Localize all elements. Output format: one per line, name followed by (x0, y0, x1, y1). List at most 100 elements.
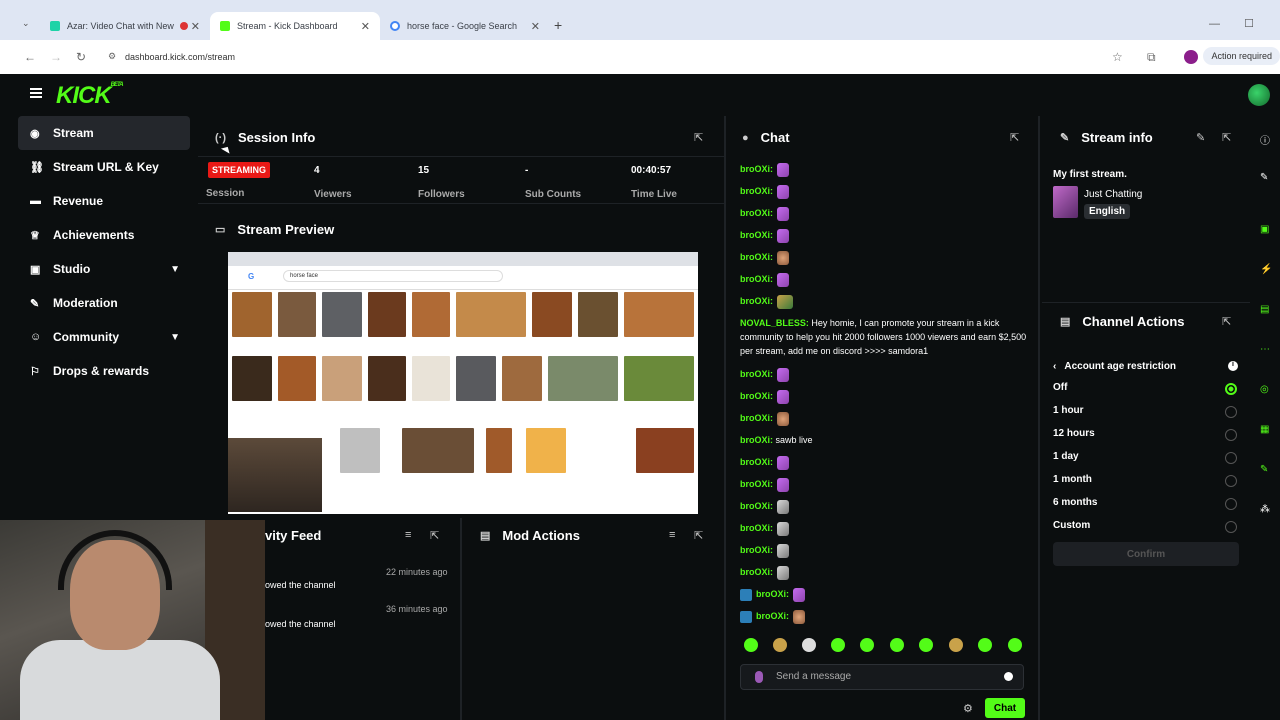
send-chat-button[interactable]: Chat (985, 698, 1025, 718)
close-icon[interactable]: ✕ (191, 20, 200, 33)
chat-username[interactable]: broOXi: (740, 208, 773, 218)
profile-avatar[interactable] (1184, 50, 1198, 64)
chat-username[interactable]: broOXi: (740, 391, 773, 401)
emote-icon[interactable] (890, 638, 904, 652)
stream-preview-video[interactable]: G horse face (228, 252, 698, 514)
side-action-icon[interactable]: ▣ (1260, 224, 1280, 235)
popout-icon[interactable]: ⇱ (1222, 315, 1231, 328)
side-action-icon[interactable]: ⁂ (1260, 504, 1280, 515)
tab-google-search[interactable]: horse face - Google Search ✕ (380, 12, 550, 40)
chat-input[interactable]: Send a message (740, 664, 1024, 690)
option-1-day[interactable]: 1 day (1053, 451, 1239, 467)
radio-button[interactable] (1225, 498, 1237, 510)
popout-icon[interactable]: ⇱ (694, 529, 703, 542)
close-icon[interactable]: ✕ (361, 20, 370, 33)
option-1-hour[interactable]: 1 hour (1053, 405, 1239, 421)
chat-username[interactable]: broOXi: (740, 252, 773, 262)
emote-icon[interactable] (831, 638, 845, 652)
popout-icon[interactable]: ⇱ (694, 131, 703, 144)
sidebar-item-achievements[interactable]: ♕ Achievements (18, 218, 190, 252)
radio-button[interactable] (1225, 521, 1237, 533)
settings-gear-icon[interactable]: ⚙ (963, 702, 973, 715)
sidebar-item-drops-rewards[interactable]: ⚐ Drops & rewards (18, 354, 190, 388)
sidebar-item-moderation[interactable]: ✎ Moderation (18, 286, 190, 320)
edit-pencil-icon[interactable]: ✎ (1260, 172, 1280, 183)
chat-username[interactable]: NOVAL_BLESS: (740, 318, 809, 328)
chat-username[interactable]: broOXi: (740, 274, 773, 284)
sidebar-item-community[interactable]: ☺ Community ▼ (18, 320, 190, 354)
emote-icon[interactable] (744, 638, 758, 652)
radio-button[interactable] (1225, 452, 1237, 464)
side-action-icon[interactable]: ⚡ (1260, 264, 1280, 275)
bookmark-star-icon[interactable]: ☆ (1112, 50, 1123, 64)
info-icon[interactable]: i (1228, 361, 1238, 371)
stream-category[interactable]: Just Chatting (1084, 189, 1142, 200)
chat-username[interactable]: broOXi: (756, 611, 789, 621)
forward-icon[interactable]: → (50, 50, 62, 64)
extensions-icon[interactable]: ⧉ (1147, 50, 1156, 65)
back-icon[interactable]: ← (24, 50, 36, 64)
kick-logo[interactable]: KICKBETA (56, 82, 124, 110)
chat-username[interactable]: broOXi: (740, 296, 773, 306)
popout-icon[interactable]: ⇱ (1010, 131, 1019, 144)
side-action-icon[interactable]: ▦ (1260, 424, 1280, 435)
filter-icon[interactable]: ≡ (405, 529, 411, 541)
chat-username[interactable]: broOXi: (740, 186, 773, 196)
chat-username[interactable]: broOXi: (740, 435, 773, 445)
chat-username[interactable]: broOXi: (740, 501, 773, 511)
action-required-button[interactable]: Action required (1203, 47, 1280, 65)
sidebar-item-studio[interactable]: ▣ Studio ▼ (18, 252, 190, 286)
chat-username[interactable]: broOXi: (740, 164, 773, 174)
chat-username[interactable]: broOXi: (740, 369, 773, 379)
info-icon[interactable]: ⓘ (1260, 132, 1280, 147)
option-1-month[interactable]: 1 month (1053, 474, 1239, 490)
tab-azar[interactable]: Azar: Video Chat with New ✕ (40, 12, 210, 40)
chat-username[interactable]: broOXi: (740, 567, 773, 577)
radio-button[interactable] (1225, 383, 1237, 395)
emote-icon[interactable] (860, 638, 874, 652)
side-action-icon[interactable]: ⋯ (1260, 344, 1280, 355)
chat-username[interactable]: broOXi: (756, 589, 789, 599)
emote-icon[interactable] (1008, 638, 1022, 652)
chat-username[interactable]: broOXi: (740, 523, 773, 533)
filter-icon[interactable]: ≡ (669, 529, 675, 541)
sidebar-item-stream[interactable]: ◉ Stream (18, 116, 190, 150)
chat-username[interactable]: broOXi: (740, 230, 773, 240)
account-age-section[interactable]: ‹ Account age restriction (1053, 361, 1176, 372)
emote-icon[interactable] (919, 638, 933, 652)
sidebar-item-stream-url-key[interactable]: ⛓ Stream URL & Key (18, 150, 190, 184)
side-action-icon[interactable]: ▤ (1260, 304, 1280, 315)
minimize-icon[interactable]: — (1209, 18, 1220, 30)
url-field[interactable]: ⚙ dashboard.kick.com/stream (104, 47, 1114, 67)
emote-icon[interactable] (978, 638, 992, 652)
emote-icon[interactable] (773, 638, 787, 652)
tab-search-icon[interactable]: ⌄ (22, 18, 30, 29)
popout-icon[interactable]: ⇱ (1222, 131, 1231, 144)
option-6-months[interactable]: 6 months (1053, 497, 1239, 513)
close-icon[interactable]: ✕ (531, 20, 540, 33)
option-12-hours[interactable]: 12 hours (1053, 428, 1239, 444)
emoji-icon[interactable] (1004, 672, 1013, 681)
confirm-button[interactable]: Confirm (1053, 542, 1239, 566)
microphone-icon[interactable] (755, 671, 763, 683)
chat-username[interactable]: broOXi: (740, 457, 773, 467)
edit-pencil-icon[interactable]: ✎ (1196, 131, 1205, 144)
chevron-left-icon[interactable]: ‹ (1053, 361, 1056, 372)
emote-icon[interactable] (802, 638, 816, 652)
emote-icon[interactable] (949, 638, 963, 652)
radio-button[interactable] (1225, 406, 1237, 418)
user-avatar[interactable] (1248, 84, 1270, 106)
maximize-icon[interactable]: ☐ (1244, 17, 1254, 30)
sidebar-item-revenue[interactable]: ▬ Revenue (18, 184, 190, 218)
side-action-icon[interactable]: ✎ (1260, 464, 1280, 475)
chat-username[interactable]: broOXi: (740, 479, 773, 489)
reload-icon[interactable]: ↻ (76, 50, 86, 64)
popout-icon[interactable]: ⇱ (430, 529, 439, 542)
side-action-icon[interactable]: ◎ (1260, 384, 1280, 395)
chat-username[interactable]: broOXi: (740, 413, 773, 423)
site-info-icon[interactable]: ⚙ (108, 51, 116, 62)
option-off[interactable]: Off (1053, 382, 1239, 398)
option-custom[interactable]: Custom (1053, 520, 1239, 536)
radio-button[interactable] (1225, 475, 1237, 487)
new-tab-icon[interactable]: + (554, 17, 562, 33)
